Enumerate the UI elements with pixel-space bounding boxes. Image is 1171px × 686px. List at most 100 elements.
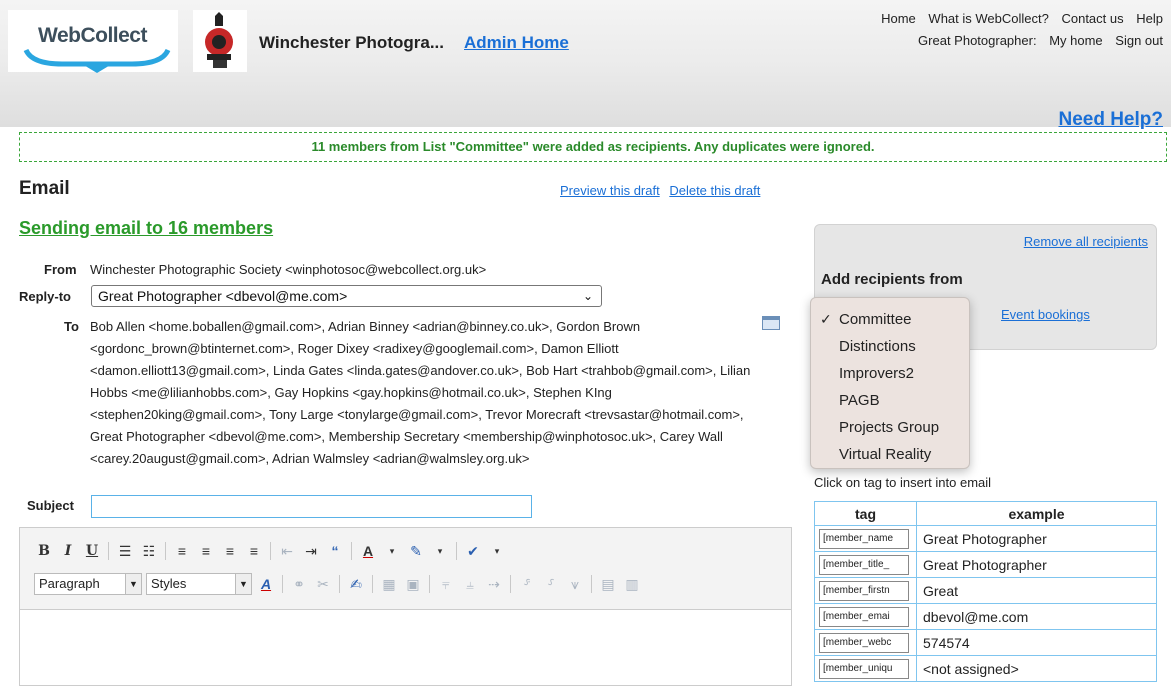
tag-button[interactable]: [member_emai bbox=[819, 606, 909, 627]
underline-icon[interactable]: U bbox=[82, 541, 102, 561]
page-title: Email bbox=[19, 178, 70, 199]
dropdown-item-improvers2[interactable]: Improvers2 bbox=[811, 360, 969, 387]
align-justify-icon[interactable]: ≡ bbox=[244, 541, 264, 561]
to-recipients: Bob Allen <home.boballen@gmail.com>, Adr… bbox=[90, 319, 751, 466]
tag-example: Great bbox=[916, 577, 1157, 604]
numbered-list-icon[interactable]: ☷ bbox=[139, 541, 159, 561]
remove-all-recipients-link[interactable]: Remove all recipients bbox=[1024, 234, 1148, 249]
toolbar-divider bbox=[456, 542, 457, 560]
logo-text: WebCollect bbox=[38, 24, 147, 47]
chevron-down-icon[interactable]: ▾ bbox=[430, 541, 450, 561]
sending-heading[interactable]: Sending email to 16 members bbox=[19, 218, 273, 239]
chevron-down-icon: ▼ bbox=[235, 574, 251, 594]
col-props-icon[interactable]: ▥ bbox=[622, 574, 642, 594]
indent-icon[interactable]: ⇥ bbox=[301, 541, 321, 561]
tag-button[interactable]: [member_title_ bbox=[819, 554, 909, 575]
toolbar-divider bbox=[591, 575, 592, 593]
highlight-color-icon[interactable]: ✎ bbox=[406, 541, 426, 561]
chevron-down-icon: ⌄ bbox=[582, 289, 593, 303]
split-cell-icon[interactable]: ⸈ bbox=[517, 574, 537, 594]
notice-banner: 11 members from List "Committee" were ad… bbox=[19, 132, 1167, 162]
subject-input[interactable] bbox=[91, 495, 532, 518]
tag-button[interactable]: [member_firstn bbox=[819, 580, 909, 601]
delete-draft-link[interactable]: Delete this draft bbox=[669, 183, 760, 198]
subject-label: Subject bbox=[27, 498, 74, 513]
clear-format-icon[interactable]: A bbox=[256, 574, 276, 594]
from-label: From bbox=[44, 262, 77, 277]
insert-col-icon[interactable]: ⫨ bbox=[460, 574, 480, 594]
user-nav: Great Photographer: My home Sign out bbox=[909, 33, 1163, 48]
toolbar-divider bbox=[351, 542, 352, 560]
text-color-icon[interactable]: A bbox=[358, 541, 378, 561]
tag-table: tag example [member_name Great Photograp… bbox=[814, 501, 1157, 682]
toolbar-divider bbox=[282, 575, 283, 593]
toolbar-divider bbox=[372, 575, 373, 593]
reply-to-select[interactable]: Great Photographer <dbevol@me.com> ⌄ bbox=[91, 285, 602, 307]
row-props-icon[interactable]: ▤ bbox=[598, 574, 618, 594]
toolbar-divider bbox=[270, 542, 271, 560]
preview-draft-link[interactable]: Preview this draft bbox=[560, 183, 660, 198]
chevron-down-icon[interactable]: ▾ bbox=[487, 541, 507, 561]
address-book-icon[interactable] bbox=[762, 316, 780, 330]
table-row: [member_webc 574574 bbox=[814, 629, 1157, 656]
dropdown-item-projects-group[interactable]: Projects Group bbox=[811, 414, 969, 441]
club-name: Winchester Photogra... bbox=[259, 33, 444, 52]
toolbar-divider bbox=[510, 575, 511, 593]
styles-select[interactable]: Styles ▼ bbox=[146, 573, 252, 595]
toolbar-divider bbox=[429, 575, 430, 593]
table-icon[interactable]: ▦ bbox=[379, 574, 399, 594]
link-icon[interactable]: ⚭ bbox=[289, 574, 309, 594]
merge-cell-icon[interactable]: ⸉ bbox=[541, 574, 561, 594]
nav-home-link[interactable]: Home bbox=[881, 11, 916, 26]
nav-help-link[interactable]: Help bbox=[1136, 11, 1163, 26]
chevron-down-icon[interactable]: ▾ bbox=[382, 541, 402, 561]
club-logo-icon bbox=[205, 12, 233, 68]
styles-select-value: Styles bbox=[151, 576, 187, 591]
dropdown-item-virtual-reality[interactable]: Virtual Reality bbox=[811, 441, 969, 468]
bold-icon[interactable]: B bbox=[34, 541, 54, 561]
table-props-icon[interactable]: ▣ bbox=[403, 574, 423, 594]
outdent-icon[interactable]: ⇤ bbox=[277, 541, 297, 561]
dropdown-item-committee[interactable]: ✓ Committee bbox=[811, 306, 969, 333]
align-right-icon[interactable]: ≡ bbox=[220, 541, 240, 561]
toolbar-divider bbox=[108, 542, 109, 560]
logo-swoosh-icon bbox=[23, 48, 171, 73]
tag-button[interactable]: [member_name bbox=[819, 528, 909, 549]
my-home-link[interactable]: My home bbox=[1049, 33, 1102, 48]
need-help-link[interactable]: Need Help? bbox=[1058, 109, 1163, 131]
bullet-list-icon[interactable]: ☰ bbox=[115, 541, 135, 561]
insert-row-icon[interactable]: ⫧ bbox=[436, 574, 456, 594]
format-select-value: Paragraph bbox=[39, 576, 100, 591]
delete-row-icon[interactable]: ⇢ bbox=[484, 574, 504, 594]
user-name: Great Photographer: bbox=[918, 33, 1037, 48]
dropdown-item-pagb[interactable]: PAGB bbox=[811, 387, 969, 414]
blockquote-icon[interactable]: “ bbox=[325, 541, 345, 561]
unlink-icon[interactable]: ✂ bbox=[313, 574, 333, 594]
italic-icon[interactable]: I bbox=[58, 541, 78, 561]
tag-example: dbevol@me.com bbox=[916, 603, 1157, 630]
tag-example: Great Photographer bbox=[916, 525, 1157, 552]
tag-instruction: Click on tag to insert into email bbox=[814, 475, 992, 490]
table-row: [member_uniqu <not assigned> bbox=[814, 655, 1157, 682]
tag-example: 574574 bbox=[916, 629, 1157, 656]
event-bookings-link[interactable]: Event bookings bbox=[1001, 307, 1090, 322]
dropdown-item-distinctions[interactable]: Distinctions bbox=[811, 333, 969, 360]
nav-what-is-link[interactable]: What is WebCollect? bbox=[928, 11, 1048, 26]
table-row: [member_title_ Great Photographer bbox=[814, 551, 1157, 578]
tag-button[interactable]: [member_uniqu bbox=[819, 658, 909, 679]
spellcheck-icon[interactable]: ✔ bbox=[463, 541, 483, 561]
nav-contact-link[interactable]: Contact us bbox=[1061, 11, 1123, 26]
sign-out-link[interactable]: Sign out bbox=[1115, 33, 1163, 48]
cell-props-icon[interactable]: ⩛ bbox=[565, 574, 585, 594]
align-left-icon[interactable]: ≡ bbox=[172, 541, 192, 561]
edit-html-icon[interactable]: ✍ bbox=[346, 574, 366, 594]
admin-home-link[interactable]: Admin Home bbox=[464, 33, 569, 53]
to-label: To bbox=[64, 319, 79, 334]
table-row: [member_emai dbevol@me.com bbox=[814, 603, 1157, 630]
format-select[interactable]: Paragraph ▼ bbox=[34, 573, 142, 595]
align-center-icon[interactable]: ≡ bbox=[196, 541, 216, 561]
table-row: [member_name Great Photographer bbox=[814, 525, 1157, 552]
tag-button[interactable]: [member_webc bbox=[819, 632, 909, 653]
table-row: [member_firstn Great bbox=[814, 577, 1157, 604]
webcollect-logo[interactable]: WebCollect bbox=[8, 10, 178, 73]
